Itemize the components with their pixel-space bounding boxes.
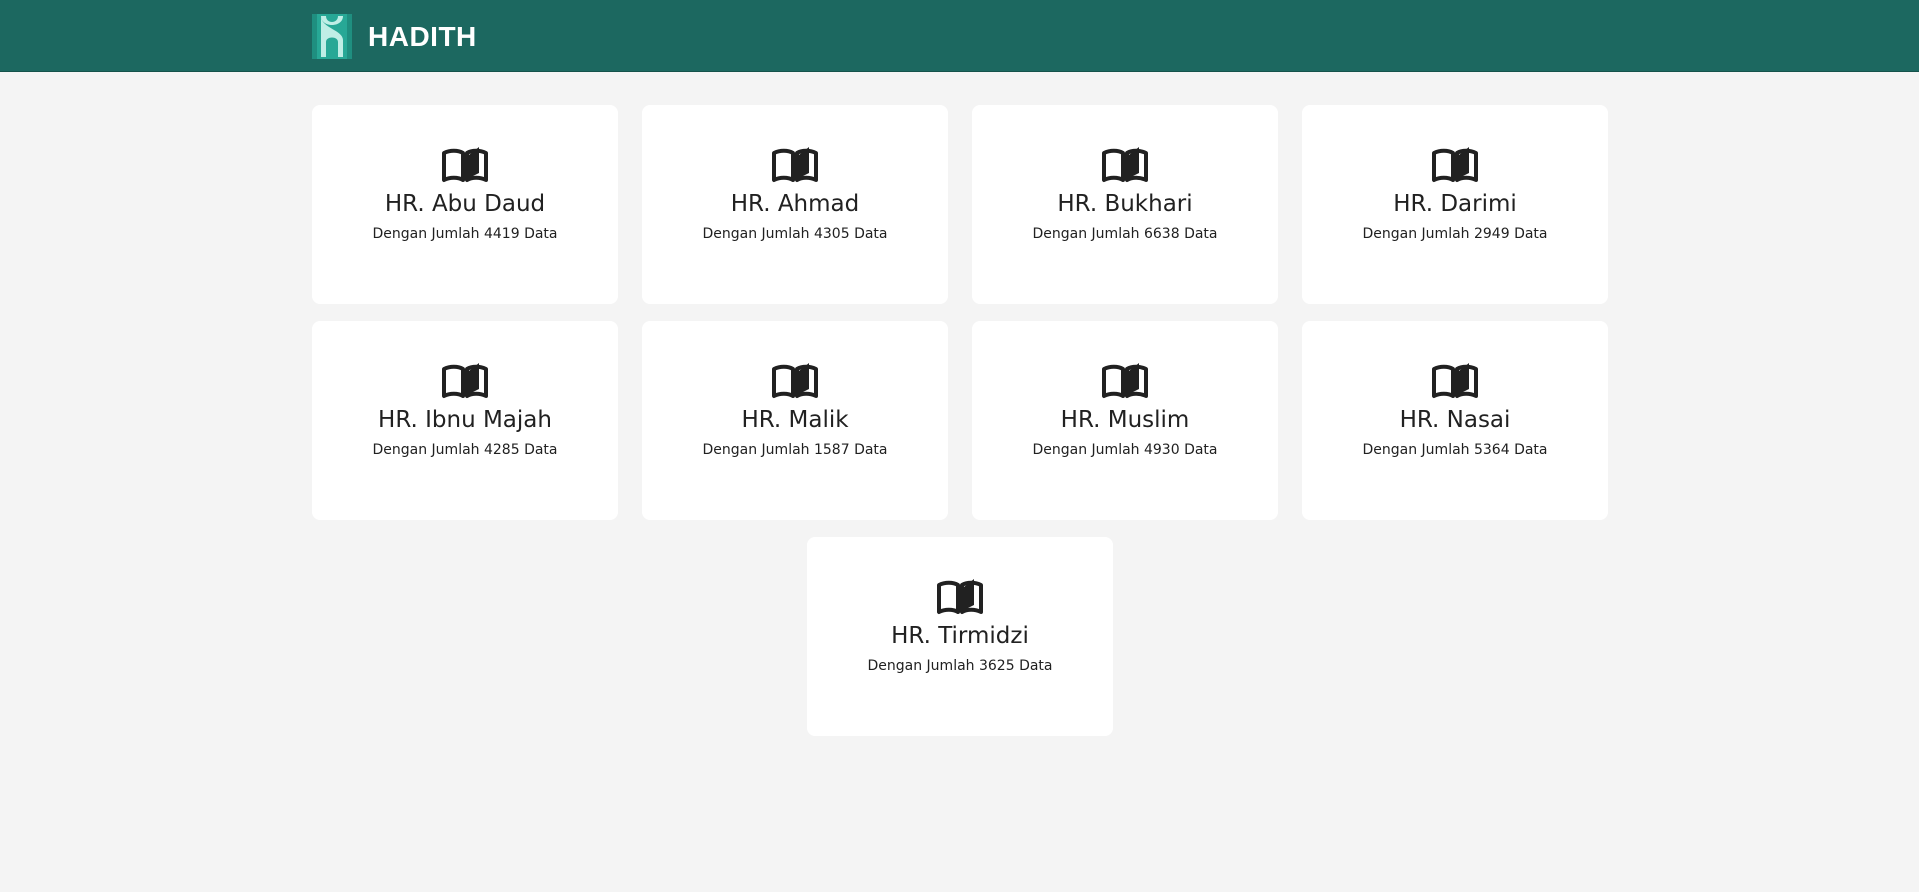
collection-count: Dengan Jumlah 1587 Data <box>702 442 888 458</box>
collection-title: HR. Darimi <box>1393 191 1517 217</box>
collection-card[interactable]: HR. Nasai Dengan Jumlah 5364 Data <box>1302 321 1608 520</box>
book-open-icon <box>772 147 818 182</box>
collection-card[interactable]: HR. Bukhari Dengan Jumlah 6638 Data <box>972 105 1278 304</box>
collection-card[interactable]: HR. Abu Daud Dengan Jumlah 4419 Data <box>312 105 618 304</box>
collection-title: HR. Bukhari <box>1057 191 1193 217</box>
collection-count: Dengan Jumlah 3625 Data <box>867 658 1053 674</box>
collection-card[interactable]: HR. Malik Dengan Jumlah 1587 Data <box>642 321 948 520</box>
collection-card[interactable]: HR. Ibnu Majah Dengan Jumlah 4285 Data <box>312 321 618 520</box>
collection-title: HR. Abu Daud <box>384 191 546 217</box>
top-navbar: HADITH <box>0 0 1919 72</box>
collection-card[interactable]: HR. Muslim Dengan Jumlah 4930 Data <box>972 321 1278 520</box>
brand-name: HADITH <box>368 20 477 52</box>
collection-title: HR. Ahmad <box>730 191 860 217</box>
hadith-logo-icon <box>312 14 352 59</box>
collection-title: HR. Nasai <box>1399 407 1511 433</box>
collection-title: HR. Muslim <box>1060 407 1190 433</box>
collection-count: Dengan Jumlah 4419 Data <box>372 226 558 242</box>
book-open-icon <box>1432 147 1478 182</box>
collection-card[interactable]: HR. Darimi Dengan Jumlah 2949 Data <box>1302 105 1608 304</box>
book-open-icon <box>1102 363 1148 398</box>
book-open-icon <box>1102 147 1148 182</box>
collection-count: Dengan Jumlah 4930 Data <box>1032 442 1218 458</box>
collection-count: Dengan Jumlah 4285 Data <box>372 442 558 458</box>
book-open-icon <box>937 579 983 614</box>
book-open-icon <box>1432 363 1478 398</box>
collection-count: Dengan Jumlah 2949 Data <box>1362 226 1548 242</box>
collection-count: Dengan Jumlah 4305 Data <box>702 226 888 242</box>
book-open-icon <box>772 363 818 398</box>
collection-title: HR. Ibnu Majah <box>378 407 552 433</box>
brand-link[interactable]: HADITH <box>312 14 477 59</box>
collection-card[interactable]: HR. Ahmad Dengan Jumlah 4305 Data <box>642 105 948 304</box>
collection-card[interactable]: HR. Tirmidzi Dengan Jumlah 3625 Data <box>807 537 1113 736</box>
collection-title: HR. Tirmidzi <box>891 623 1029 649</box>
collection-count: Dengan Jumlah 6638 Data <box>1032 226 1218 242</box>
book-open-icon <box>442 147 488 182</box>
book-open-icon <box>442 363 488 398</box>
collection-count: Dengan Jumlah 5364 Data <box>1362 442 1548 458</box>
collection-title: HR. Malik <box>741 407 849 433</box>
